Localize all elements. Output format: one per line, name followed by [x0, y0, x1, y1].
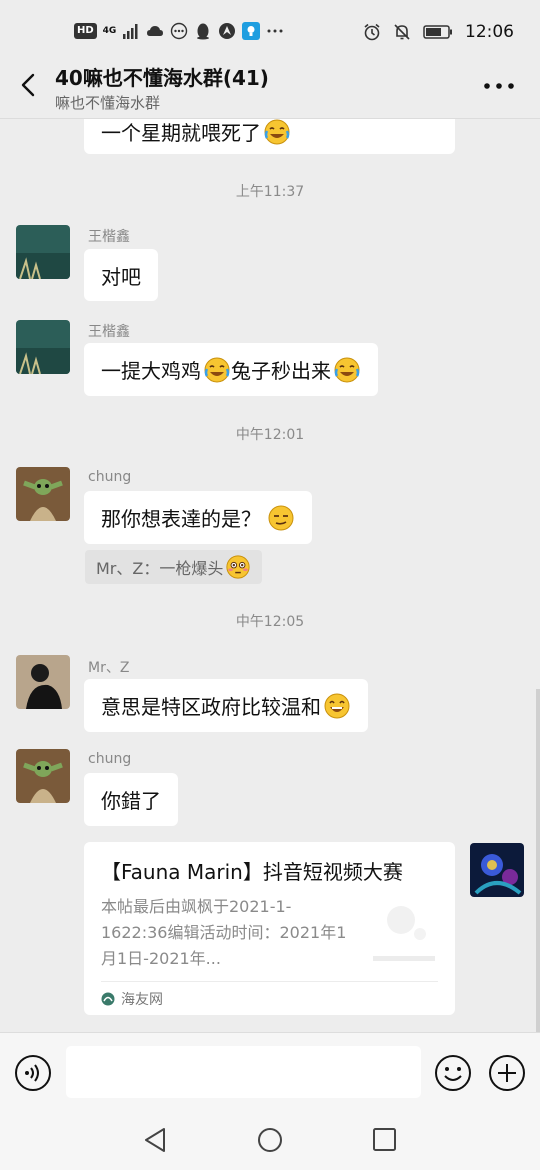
lightbulb-icon [242, 22, 261, 40]
dots-icon [171, 22, 188, 40]
voice-icon[interactable] [14, 1054, 52, 1092]
status-icons-left: HD 4G [74, 22, 284, 40]
link-card[interactable]: 【Fauna Marin】抖音短视频大赛 本帖最后由飒枫于2021-1-1622… [84, 842, 455, 1015]
message-text: 意思是特区政府比较温和 [101, 695, 321, 719]
avatar[interactable] [16, 225, 70, 279]
hd-icon: HD [74, 23, 97, 39]
message-bubble[interactable]: 一提大鸡鸡 兔子秒出来 [84, 343, 378, 396]
laughing-emoji [324, 693, 350, 718]
smirk-emoji [268, 505, 294, 530]
qq-penguin-icon [197, 23, 210, 40]
message-bubble[interactable]: 那你想表達的是？ [84, 491, 312, 544]
link-card-source: 海友网 [101, 989, 163, 1009]
avatar[interactable] [16, 655, 70, 709]
link-thumbnail-image [368, 894, 438, 964]
battery-icon [423, 25, 452, 39]
scrollbar[interactable] [536, 689, 540, 1032]
message-bubble[interactable]: 对吧 [84, 249, 158, 301]
message-text: 你錯了 [101, 789, 161, 813]
network-label: 4G [102, 26, 117, 36]
message-text: 那你想表達的是？ [101, 507, 261, 531]
sender-name: Mr、Z [88, 660, 130, 676]
avatar-image [16, 320, 70, 374]
avatar[interactable] [16, 320, 70, 374]
back-triangle-icon[interactable] [142, 1126, 168, 1154]
navigation-icon [219, 23, 236, 39]
quoted-reply[interactable]: Mr、Z：一枪爆头 [85, 550, 263, 584]
flushed-emoji [226, 555, 250, 579]
more-dots-icon [267, 29, 283, 33]
timestamp: 上午11:37 [235, 184, 305, 200]
timestamp: 中午12:05 [235, 614, 305, 630]
plus-icon[interactable] [488, 1054, 526, 1092]
chevron-left-icon[interactable] [14, 70, 44, 100]
sender-name: chung [88, 469, 132, 485]
home-circle-icon[interactable] [256, 1126, 284, 1154]
crying-laughing-emoji [264, 119, 290, 144]
timestamp: 中午12:01 [235, 427, 305, 443]
source-logo-icon [101, 992, 115, 1006]
sender-name: 王楷鑫 [88, 324, 130, 340]
message-input[interactable] [66, 1046, 421, 1098]
mute-bell-icon [394, 24, 410, 40]
message-bubble[interactable]: 你錯了 [84, 773, 178, 826]
more-icon[interactable] [482, 74, 516, 98]
avatar-image [16, 655, 70, 709]
message-text: 对吧 [101, 264, 141, 289]
system-nav-bar [0, 1114, 540, 1170]
chat-header: 40嘛也不懂海水群(41) 嘛也不懂海水群 [0, 52, 540, 119]
avatar-image [16, 467, 70, 521]
chat-title: 40嘛也不懂海水群(41) [55, 66, 269, 90]
chat-subtitle: 嘛也不懂海水群 [55, 94, 161, 112]
signal-icon [123, 24, 138, 39]
crying-laughing-emoji [334, 357, 360, 382]
divider [101, 981, 438, 982]
avatar-image [16, 225, 70, 279]
message-list[interactable]: 一个星期就喂死了 上午11:37 王楷鑫 对吧 王楷鑫 一提大鸡鸡 兔子秒出来 … [0, 119, 540, 1032]
message-text-continued: 兔子秒出来 [231, 359, 331, 383]
avatar-image [16, 749, 70, 803]
message-text: 一提大鸡鸡 [101, 359, 201, 383]
alarm-icon [364, 23, 380, 41]
clock: 12:06 [465, 22, 514, 42]
avatar-image [470, 843, 524, 897]
emoji-icon[interactable] [434, 1054, 472, 1092]
input-bar [0, 1032, 540, 1115]
avatar[interactable] [16, 467, 70, 521]
recent-square-icon[interactable] [372, 1127, 397, 1152]
link-card-title: 【Fauna Marin】抖音短视频大赛 [101, 860, 403, 884]
avatar[interactable] [16, 749, 70, 803]
cloud-icon [147, 26, 164, 36]
sender-name: 王楷鑫 [88, 229, 130, 245]
my-avatar[interactable] [470, 843, 524, 897]
message-bubble[interactable]: 一个星期就喂死了 [84, 119, 455, 154]
quote-text: Mr、Z：一枪爆头 [96, 559, 224, 578]
crying-laughing-emoji [204, 357, 230, 382]
message-text: 一个星期就喂死了 [101, 121, 261, 145]
source-name: 海友网 [121, 992, 163, 1008]
link-card-description: 本帖最后由飒枫于2021-1-1622:36编辑活动时间：2021年1月1日-2… [101, 897, 347, 968]
sender-name: chung [88, 751, 132, 767]
status-icons-right: 12:06 [363, 22, 514, 42]
message-bubble[interactable]: 意思是特区政府比较温和 [84, 679, 368, 732]
